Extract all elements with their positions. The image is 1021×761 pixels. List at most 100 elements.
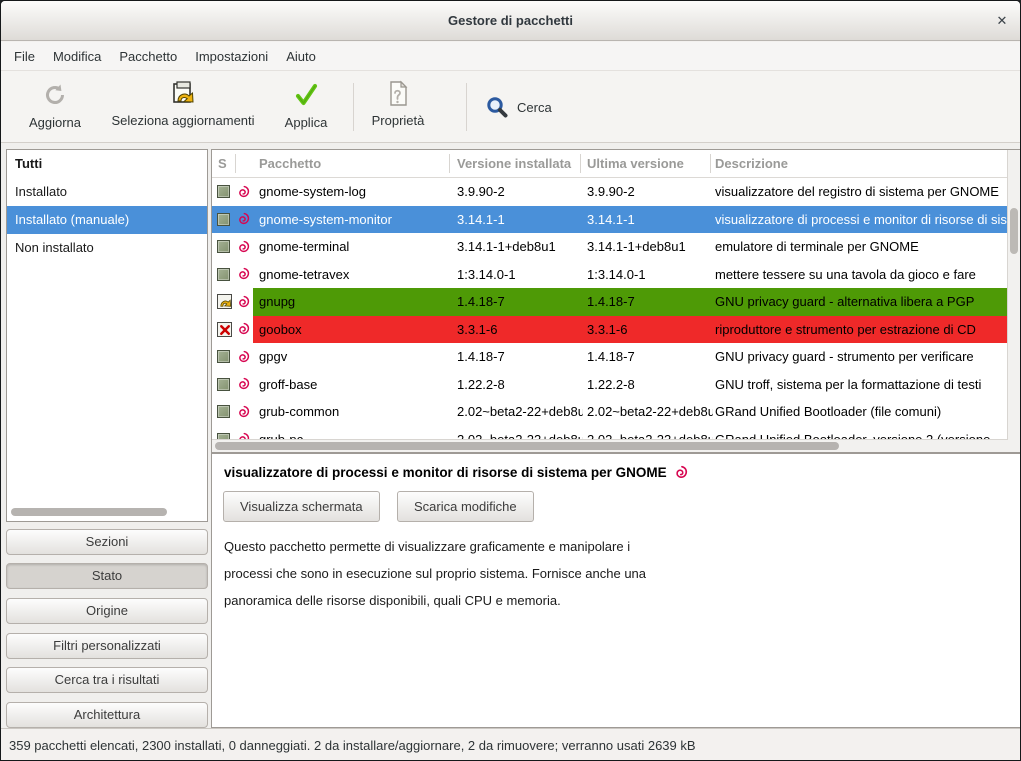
package-row[interactable]: gnome-system-monitor3.14.1-13.14.1-1visu… (212, 206, 1008, 234)
package-name: gnome-system-log (259, 178, 447, 206)
marked-upgrade-icon (217, 294, 232, 309)
custom-filters-button[interactable]: Filtri personalizzati (6, 633, 208, 659)
reload-icon (19, 81, 91, 113)
debian-swirl-icon (236, 261, 253, 289)
package-name: grub-common (259, 398, 447, 426)
apply-button[interactable]: Applica (273, 79, 339, 135)
debian-swirl-icon (236, 426, 253, 441)
col-header-description[interactable]: Descrizione (715, 150, 1005, 177)
installed-version: 3.3.1-6 (457, 316, 583, 344)
table-hscrollbar (212, 439, 1008, 452)
package-name: gnome-system-monitor (259, 206, 447, 234)
package-description: GNU privacy guard - strumento per verifi… (715, 343, 1008, 371)
installed-status-icon (217, 240, 230, 253)
package-row[interactable]: gnome-system-log3.9.90-23.9.90-2visualiz… (212, 178, 1008, 206)
package-table: S Pacchetto Versione installata Ultima v… (211, 149, 1021, 453)
table-header: S Pacchetto Versione installata Ultima v… (212, 150, 1020, 178)
installed-status-icon (217, 350, 230, 363)
filter-item-installato-manuale[interactable]: Installato (manuale) (7, 206, 207, 234)
window-title: Gestore di pacchetti (1, 1, 1020, 41)
download-changelog-button[interactable]: Scarica modifiche (397, 491, 534, 522)
menu-file[interactable]: File (5, 42, 44, 71)
sections-button[interactable]: Sezioni (6, 529, 208, 555)
col-header-package[interactable]: Pacchetto (259, 150, 447, 177)
package-name: goobox (259, 316, 447, 344)
search-results-button[interactable]: Cerca tra i risultati (6, 667, 208, 693)
main-area: Tutti Installato Installato (manuale) No… (1, 143, 1020, 728)
statusbar: 359 pacchetti elencati, 2300 installati,… (1, 728, 1020, 761)
package-row[interactable]: gnome-tetravex1:3.14.0-11:3.14.0-1metter… (212, 261, 1008, 289)
reload-button[interactable]: Aggiorna (19, 79, 91, 135)
details-title: visualizzatore di processi e monitor di … (224, 465, 688, 480)
mark-all-upgrades-button[interactable]: Seleziona aggiornamenti (99, 79, 267, 135)
column-divider (580, 154, 581, 173)
details-panel: visualizzatore di processi e monitor di … (211, 453, 1021, 728)
filter-item-non-installato[interactable]: Non installato (7, 234, 207, 262)
debian-swirl-icon (673, 465, 688, 480)
latest-version: 2.02~beta2-22+deb8u1 (587, 398, 713, 426)
package-name: grub-pc (259, 426, 447, 441)
installed-version: 1.22.2-8 (457, 371, 583, 399)
installed-version: 2.02~beta2-22+deb8u1 (457, 426, 583, 441)
package-row[interactable]: gnome-terminal3.14.1-1+deb8u13.14.1-1+de… (212, 233, 1008, 261)
menu-modifica[interactable]: Modifica (44, 42, 110, 71)
installed-version: 1:3.14.0-1 (457, 261, 583, 289)
package-description: riproduttore e strumento per estrazione … (715, 316, 1008, 344)
status-button[interactable]: Stato (6, 563, 208, 589)
marked-remove-icon (217, 322, 232, 337)
package-description: GRand Unified Bootloader (file comuni) (715, 398, 1008, 426)
package-description: emulatore di terminale per GNOME (715, 233, 1008, 261)
debian-swirl-icon (236, 178, 253, 206)
installed-version: 1.4.18-7 (457, 343, 583, 371)
debian-swirl-icon (236, 398, 253, 426)
package-description: mettere tessere su una tavola da gioco e… (715, 261, 1008, 289)
package-row[interactable]: grub-common 2.02~beta2-22+deb8u12.02~beta… (212, 398, 1008, 426)
architecture-button[interactable]: Architettura (6, 702, 208, 728)
package-row[interactable]: gpgv1.4.18-71.4.18-7GNU privacy guard - … (212, 343, 1008, 371)
apply-check-icon (273, 81, 339, 113)
menu-aiuto[interactable]: Aiuto (277, 42, 325, 71)
table-vscrollbar-thumb[interactable] (1010, 208, 1018, 254)
table-body: gnome-system-log3.9.90-23.9.90-2visualiz… (212, 178, 1008, 440)
filter-item-installato[interactable]: Installato (7, 178, 207, 206)
toolbar: Aggiorna Seleziona aggiornamenti Applica (1, 71, 1020, 143)
menu-pacchetto[interactable]: Pacchetto (110, 42, 186, 71)
debian-swirl-icon (236, 233, 253, 261)
table-hscrollbar-thumb[interactable] (215, 442, 839, 450)
latest-version: 1.22.2-8 (587, 371, 713, 399)
column-divider (449, 154, 450, 173)
properties-button[interactable]: Proprietà (363, 79, 433, 135)
package-row[interactable]: gnupg1.4.18-71.4.18-7GNU privacy guard -… (212, 288, 1008, 316)
package-name: gpgv (259, 343, 447, 371)
menu-impostazioni[interactable]: Impostazioni (186, 42, 277, 71)
package-row[interactable]: grub-pc2.02~beta2-22+deb8u12.02~beta2-22… (212, 426, 1008, 441)
installed-status-icon (217, 268, 230, 281)
package-row[interactable]: groff-base1.22.2-81.22.2-8GNU troff, sis… (212, 371, 1008, 399)
debian-swirl-icon (236, 371, 253, 399)
latest-version: 3.3.1-6 (587, 316, 713, 344)
filter-list-hscrollbar-thumb[interactable] (11, 508, 167, 516)
installed-version: 3.14.1-1+deb8u1 (457, 233, 583, 261)
package-description: GNU privacy guard - alternativa libera a… (715, 288, 1008, 316)
package-row[interactable]: goobox3.3.1-63.3.1-6riproduttore e strum… (212, 316, 1008, 344)
installed-status-icon (217, 213, 230, 226)
col-header-status[interactable]: S (218, 150, 234, 177)
debian-swirl-icon (236, 316, 253, 344)
filter-list-hscrollbar (11, 508, 199, 516)
latest-version: 1.4.18-7 (587, 288, 713, 316)
installed-status-icon (217, 405, 230, 418)
view-screenshot-button[interactable]: Visualizza schermata (223, 491, 380, 522)
package-name: gnome-tetravex (259, 261, 447, 289)
installed-status-icon (217, 378, 230, 391)
details-text-line: panoramica delle risorse disponibili, qu… (224, 593, 561, 608)
filter-item-tutti[interactable]: Tutti (7, 150, 207, 178)
details-text-line: processi che sono in esecuzione sul prop… (224, 566, 646, 581)
close-icon[interactable]: ✕ (992, 12, 1012, 30)
origin-button[interactable]: Origine (6, 598, 208, 624)
search-button[interactable]: Cerca (477, 91, 560, 123)
installed-version: 2.02~beta2-22+deb8u1 (457, 398, 583, 426)
col-header-latest-version[interactable]: Ultima versione (587, 150, 709, 177)
properties-icon (363, 79, 433, 111)
package-name: gnome-terminal (259, 233, 447, 261)
col-header-installed-version[interactable]: Versione installata (457, 150, 579, 177)
